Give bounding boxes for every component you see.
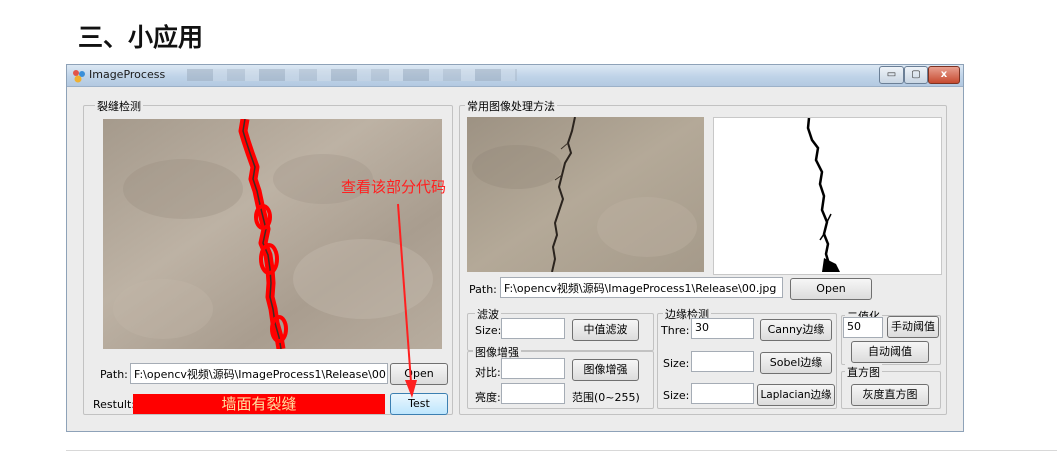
contrast-input[interactable] [501,358,565,379]
sobel-size-label: Size: [663,357,690,370]
range-label: 范围(0~255) [572,391,640,404]
page-divider [66,450,1057,451]
canny-thre-input[interactable]: 30 [691,318,754,339]
common-methods-title: 常用图像处理方法 [465,98,557,114]
contrast-label: 对比: [475,366,501,379]
window-title: ImageProcess [89,68,166,81]
histogram-title: 直方图 [845,364,882,380]
filter-size-label: Size: [475,324,502,337]
laplacian-size-label: Size: [663,389,690,402]
result-label: Restult: [93,398,136,411]
app-window: ImageProcess ▭ ▢ x 裂缝检测 Path: F:\opencv视… [66,64,964,432]
auto-threshold-button[interactable]: 自动阈值 [851,341,929,363]
common-path-input[interactable]: F:\opencv视频\源码\ImageProcess1\Release\00.… [500,277,783,298]
sobel-size-input[interactable] [691,351,754,372]
blurred-toolbar-strip [187,69,517,81]
canny-thre-label: Thre: [661,324,690,337]
median-filter-button[interactable]: 中值滤波 [572,319,639,341]
title-bar[interactable]: ImageProcess ▭ ▢ x [67,65,963,87]
gray-histogram-button[interactable]: 灰度直方图 [851,384,929,406]
common-path-label: Path: [469,283,497,296]
binary-threshold-input[interactable]: 50 [843,317,883,338]
code-annotation: 查看该部分代码 [341,178,447,196]
processed-image [713,117,942,275]
result-display: 墙面有裂缝 [133,394,385,414]
minimize-button[interactable]: ▭ [879,66,904,84]
filter-title: 滤波 [475,306,501,322]
annotation-arrow [397,203,417,398]
brightness-label: 亮度: [475,391,501,404]
crack-path-label: Path: [100,368,128,381]
image-enhance-button[interactable]: 图像增强 [572,359,639,381]
manual-threshold-button[interactable]: 手动阈值 [887,316,939,338]
canny-edge-button[interactable]: Canny边缘 [760,319,832,341]
laplacian-edge-button[interactable]: Laplacian边缘 [757,384,835,406]
app-icon [73,70,85,83]
filter-size-input[interactable] [501,318,565,339]
brightness-input[interactable] [501,383,565,404]
laplacian-size-input[interactable] [691,383,754,404]
source-image [467,117,704,272]
sobel-edge-button[interactable]: Sobel边缘 [760,352,832,374]
crack-path-input[interactable]: F:\opencv视频\源码\ImageProcess1\Release\00.… [130,363,388,384]
page-heading: 三、小应用 [78,23,204,52]
maximize-button[interactable]: ▢ [904,66,928,84]
close-button[interactable]: x [928,66,960,84]
common-open-button[interactable]: Open [790,278,872,300]
crack-detection-title: 裂缝检测 [95,98,143,114]
